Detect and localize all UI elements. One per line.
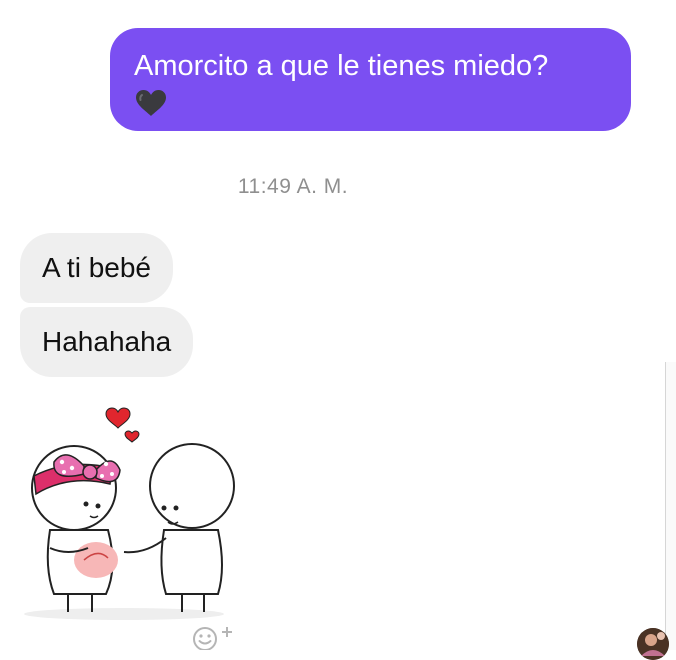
incoming-message-bubble[interactable]: Hahahaha (20, 307, 194, 377)
incoming-message-text: A ti bebé (42, 252, 151, 283)
outgoing-message-bubble[interactable]: Amorcito a que le tienes miedo? (110, 28, 631, 131)
couple-sticker-image[interactable] (14, 398, 254, 628)
outgoing-message-text: Amorcito a que le tienes miedo? (134, 50, 549, 82)
chat-screen: { "messages": { "outgoing": { "text": "A… (0, 0, 676, 660)
scrollbar[interactable] (665, 362, 676, 650)
message-timestamp: 11:49 A. M. (237, 175, 349, 198)
avatar (637, 628, 669, 660)
incoming-message-text: Hahahaha (42, 326, 172, 357)
avatar-image (637, 628, 669, 660)
black-heart-icon (136, 90, 166, 116)
add-reaction-icon[interactable] (190, 624, 242, 650)
incoming-message-bubble[interactable]: A ti bebé (20, 233, 173, 303)
